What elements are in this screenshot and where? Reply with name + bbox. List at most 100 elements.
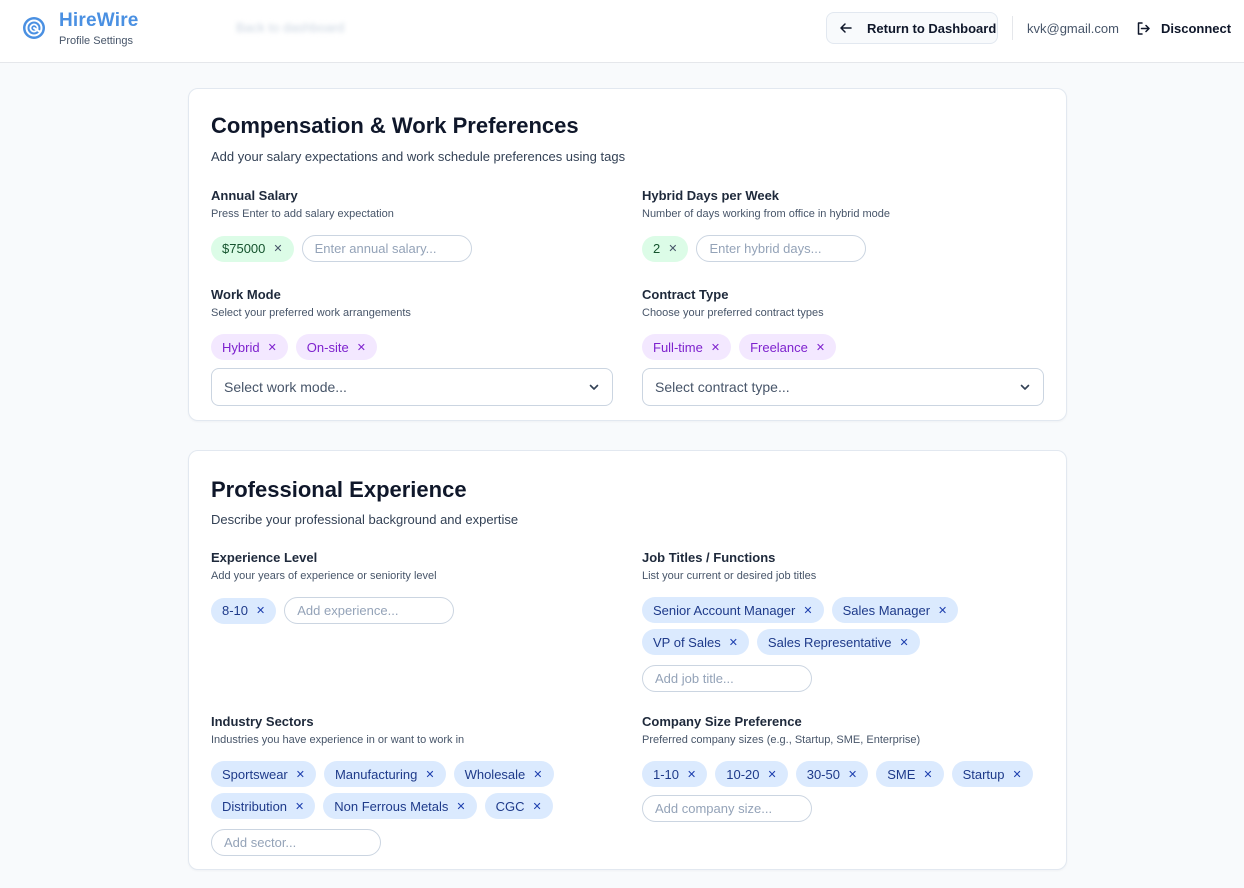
- user-email: kvk@gmail.com: [1027, 21, 1119, 36]
- close-icon[interactable]: ✕: [256, 604, 265, 617]
- close-icon[interactable]: ✕: [296, 768, 305, 781]
- tag-label: Senior Account Manager: [653, 602, 796, 618]
- disconnect-label: Disconnect: [1161, 20, 1232, 36]
- tag-chip: $75000 ✕: [211, 235, 294, 262]
- header-divider: [1012, 16, 1013, 40]
- tag-label: Sales Manager: [842, 602, 931, 618]
- salary-input[interactable]: [301, 235, 472, 262]
- hybrid-days-input[interactable]: [696, 235, 867, 262]
- close-icon[interactable]: ✕: [803, 604, 812, 617]
- tag-chip: Sportswear ✕: [211, 761, 316, 787]
- tag-chip: 2 ✕: [642, 235, 689, 262]
- experience-title: Professional Experience: [211, 477, 467, 502]
- tag-label: CGC: [495, 798, 525, 814]
- field-help: Preferred company sizes (e.g., Startup, …: [642, 734, 921, 746]
- experience-description: Describe your professional background an…: [211, 512, 519, 527]
- contract-type-tags: Full-time ✕ Freelance ✕: [642, 334, 1044, 360]
- field-label: Annual Salary: [211, 188, 298, 203]
- hirewire-logo-icon[interactable]: [22, 16, 46, 40]
- tag-chip: Wholesale ✕: [453, 761, 554, 787]
- tag-label: Distribution: [222, 798, 288, 814]
- field-label: Industry Sectors: [211, 714, 314, 729]
- close-icon[interactable]: ✕: [816, 341, 825, 354]
- close-icon[interactable]: ✕: [295, 800, 304, 813]
- close-icon[interactable]: ✕: [900, 636, 909, 649]
- experience-input[interactable]: [284, 597, 455, 624]
- field-help: Select your preferred work arrangements: [211, 307, 411, 319]
- annual-salary-field: Annual Salary Press Enter to add salary …: [211, 187, 613, 262]
- tag-label: SME: [887, 766, 916, 782]
- tag-chip: Manufacturing ✕: [323, 761, 446, 787]
- tag-label: Startup: [962, 766, 1005, 782]
- tag-label: VP of Sales: [653, 634, 721, 650]
- close-icon[interactable]: ✕: [938, 604, 947, 617]
- close-icon[interactable]: ✕: [425, 768, 434, 781]
- chevron-down-icon: [1020, 384, 1030, 390]
- close-icon[interactable]: ✕: [1013, 768, 1022, 781]
- tag-chip: Hybrid ✕: [211, 334, 288, 360]
- tag-chip: SME ✕: [876, 761, 944, 787]
- field-label: Contract Type: [642, 287, 729, 302]
- job-title-tags: Senior Account Manager ✕ Sales Manager ✕ V…: [642, 597, 1044, 692]
- disconnect-button[interactable]: Disconnect: [1136, 16, 1231, 40]
- tag-chip: Sales Representative ✕: [756, 629, 920, 655]
- tag-label: Manufacturing: [334, 766, 418, 782]
- experience-level-field: Experience Level Add your years of exper…: [211, 549, 613, 624]
- company-size-field: Company Size Preference Preferred compan…: [642, 713, 1044, 822]
- close-icon[interactable]: ✕: [273, 242, 282, 255]
- tag-chip: 30-50 ✕: [795, 761, 869, 787]
- close-icon[interactable]: ✕: [768, 768, 777, 781]
- close-icon[interactable]: ✕: [533, 800, 542, 813]
- close-icon[interactable]: ✕: [923, 768, 932, 781]
- close-icon[interactable]: ✕: [456, 800, 465, 813]
- tag-chip: Freelance ✕: [739, 334, 837, 360]
- close-icon[interactable]: ✕: [357, 341, 366, 354]
- experience-level-tags: 8-10 ✕: [211, 597, 613, 624]
- field-help: Industries you have experience in or wan…: [211, 734, 465, 746]
- salary-tags: $75000 ✕: [211, 235, 613, 262]
- tag-label: On-site: [306, 339, 349, 355]
- brand-name: HireWire: [59, 10, 139, 31]
- job-title-input[interactable]: [642, 665, 812, 692]
- field-help: List your current or desired job titles: [642, 570, 817, 582]
- tag-label: 1-10: [653, 766, 680, 782]
- tag-chip: Non Ferrous Metals ✕: [323, 793, 477, 819]
- tag-label: 8-10: [222, 603, 249, 618]
- return-to-dashboard-button[interactable]: Return to Dashboard: [826, 12, 998, 44]
- close-icon[interactable]: ✕: [848, 768, 857, 781]
- job-titles-field: Job Titles / Functions List your current…: [642, 549, 1044, 692]
- close-icon[interactable]: ✕: [268, 341, 277, 354]
- sector-input[interactable]: [211, 829, 381, 856]
- brand-subtitle: Profile Settings: [59, 35, 133, 47]
- tag-label: Sportswear: [222, 766, 288, 782]
- tag-chip: Senior Account Manager ✕: [642, 597, 824, 623]
- close-icon[interactable]: ✕: [711, 341, 720, 354]
- tag-chip: 8-10 ✕: [211, 597, 277, 624]
- select-placeholder: Select work mode...: [224, 379, 347, 395]
- tag-label: Full-time: [653, 339, 703, 355]
- tag-label: 10-20: [726, 766, 760, 782]
- logout-icon: [1137, 21, 1150, 35]
- hybrid-days-field: Hybrid Days per Week Number of days work…: [642, 187, 1044, 262]
- field-label: Work Mode: [211, 287, 281, 302]
- close-icon[interactable]: ✕: [687, 768, 696, 781]
- tag-chip: Full-time ✕: [642, 334, 732, 360]
- field-help: Add your years of experience or seniorit…: [211, 570, 437, 582]
- chevron-down-icon: [589, 384, 599, 390]
- tag-chip: Distribution ✕: [211, 793, 316, 819]
- field-help: Number of days working from office in hy…: [642, 208, 891, 220]
- industry-sector-tags: Sportswear ✕ Manufacturing ✕ Wholesale ✕ Di…: [211, 761, 613, 856]
- compensation-card: Compensation & Work Preferences Add your…: [188, 88, 1067, 421]
- tag-label: 30-50: [806, 766, 840, 782]
- close-icon[interactable]: ✕: [668, 242, 677, 255]
- tag-label: Sales Representative: [767, 634, 892, 650]
- company-size-tags: 1-10 ✕ 10-20 ✕ 30-50 ✕ SME ✕ Startup ✕: [642, 761, 1044, 822]
- contract-type-select[interactable]: Select contract type...: [642, 368, 1044, 406]
- tag-label: Wholesale: [464, 766, 526, 782]
- company-size-input[interactable]: [642, 795, 812, 822]
- field-label: Job Titles / Functions: [642, 550, 776, 565]
- close-icon[interactable]: ✕: [729, 636, 738, 649]
- close-icon[interactable]: ✕: [533, 768, 542, 781]
- tag-label: 2: [653, 241, 661, 256]
- work-mode-select[interactable]: Select work mode...: [211, 368, 613, 406]
